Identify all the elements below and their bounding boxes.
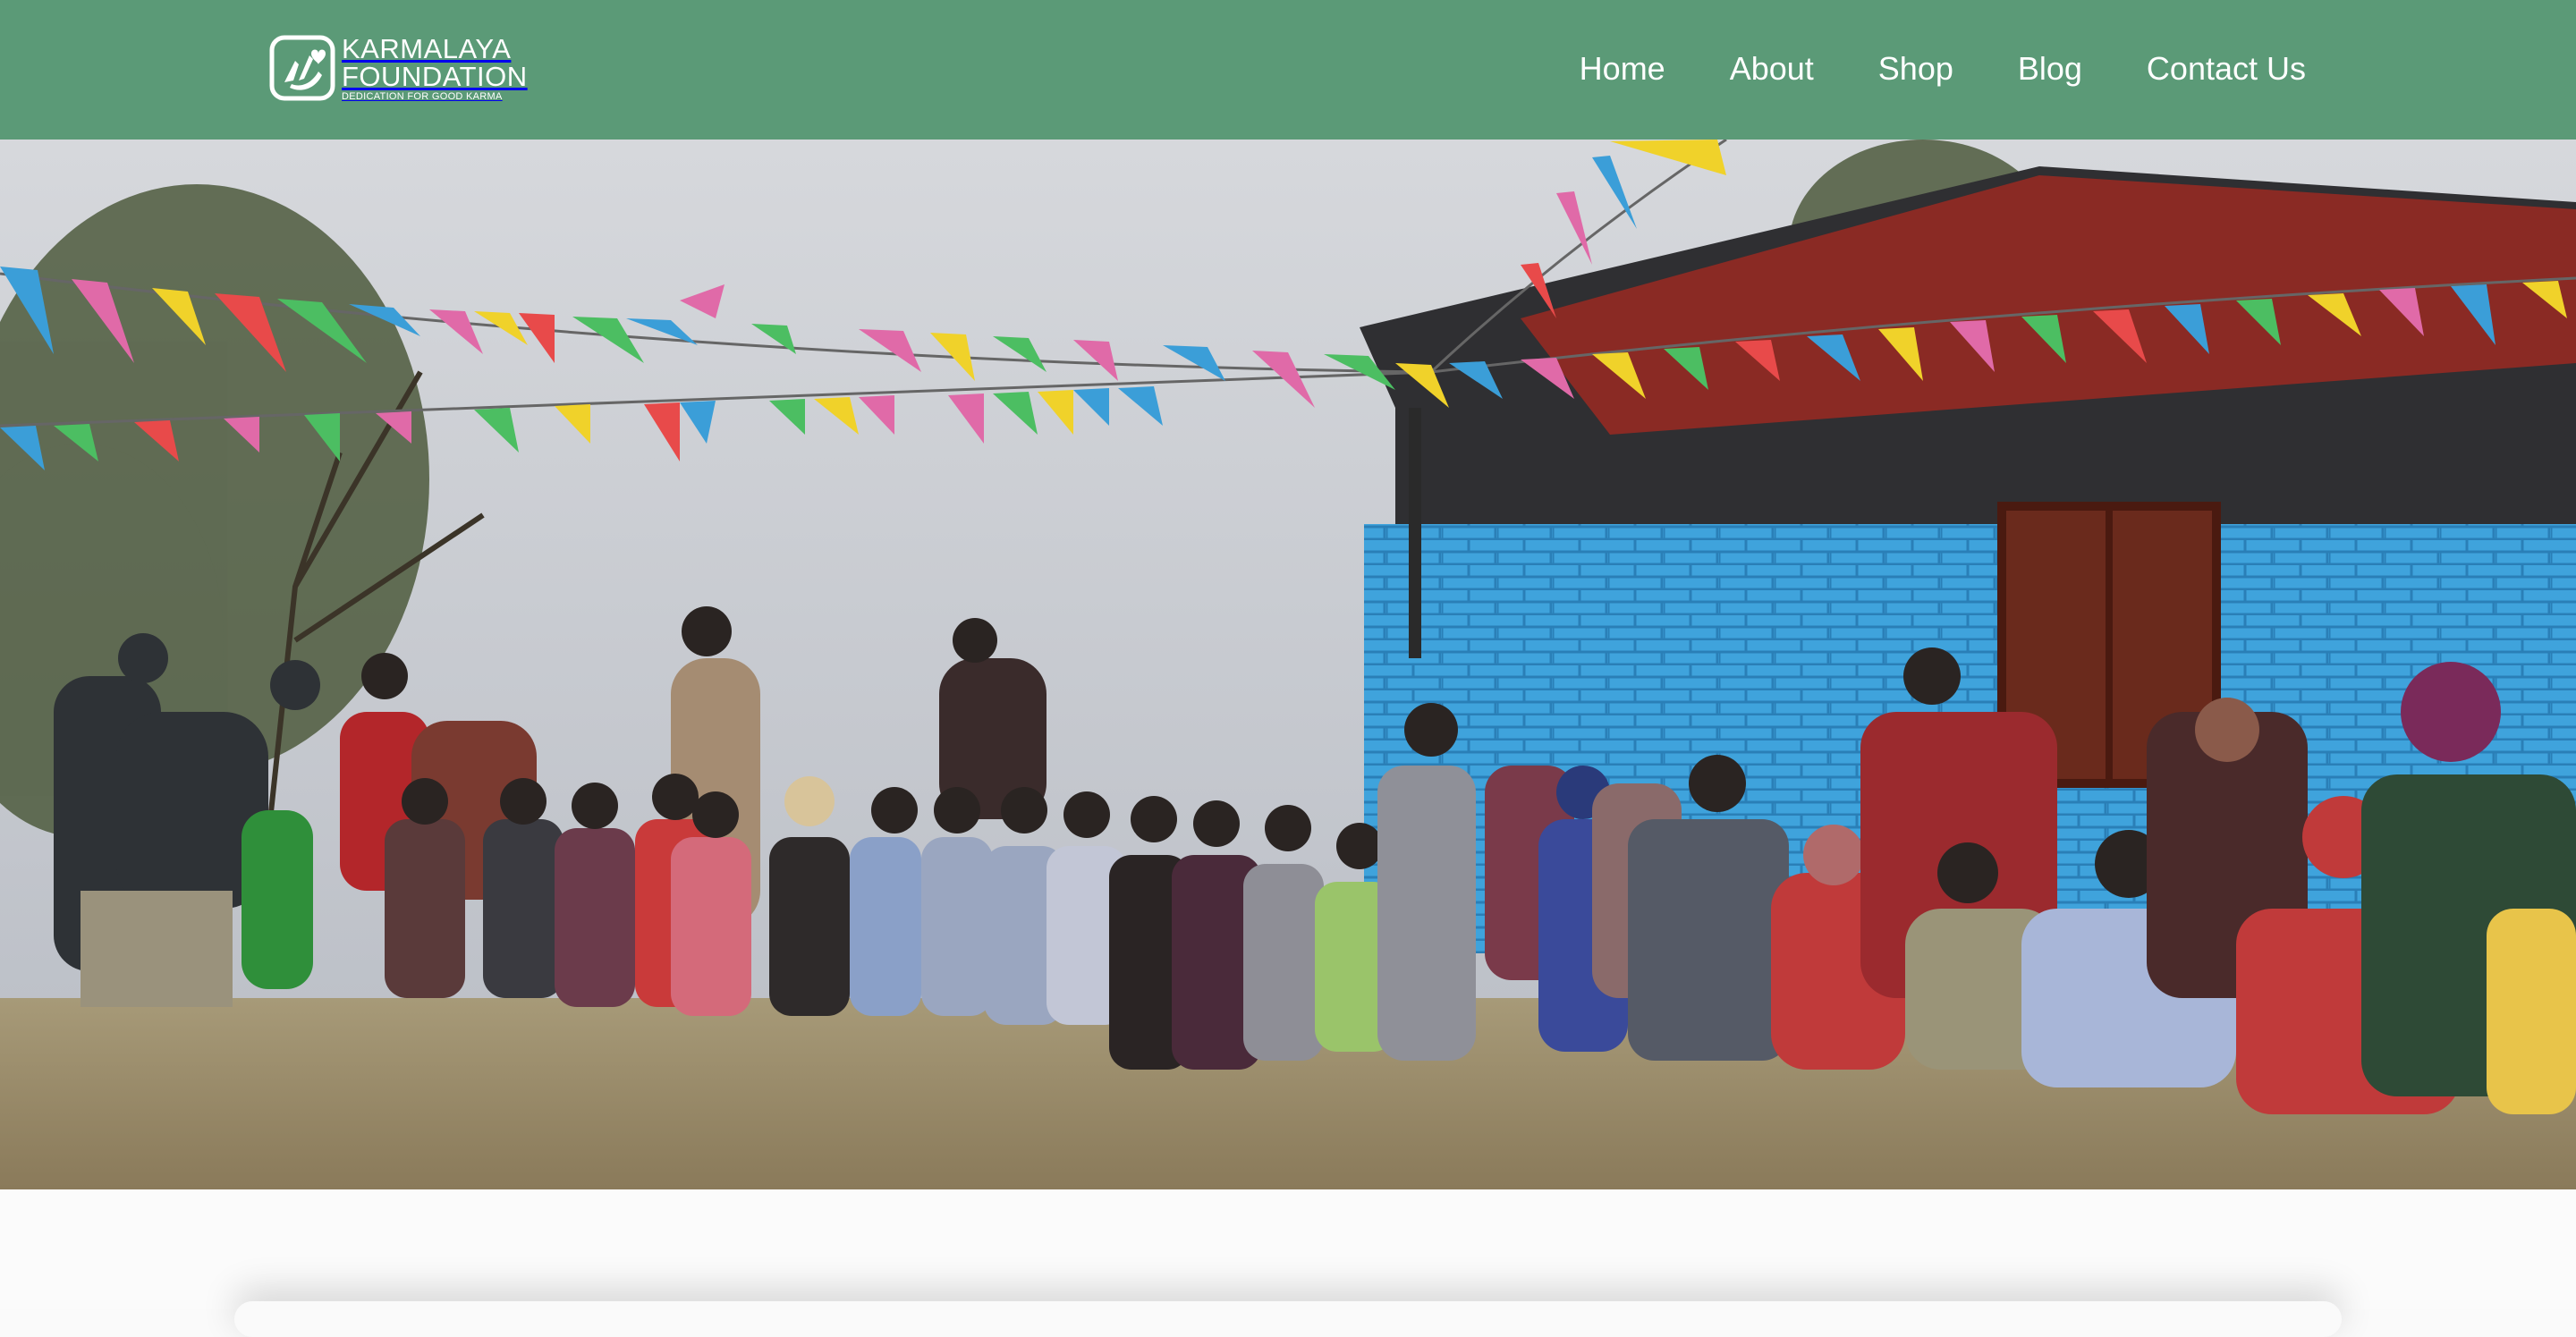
content-section (0, 1189, 2576, 1337)
site-logo[interactable]: KARMALAYA FOUNDATION DEDICATION FOR GOOD… (268, 34, 528, 102)
main-nav: Home About Shop Blog Contact Us (1580, 47, 2306, 91)
nav-shop-link[interactable]: Shop (1878, 47, 1953, 91)
nav-about-link[interactable]: About (1730, 47, 1814, 91)
logo-name-line2: FOUNDATION (342, 60, 528, 92)
nav-home-link[interactable]: Home (1580, 47, 1665, 91)
hands-heart-icon (269, 35, 335, 101)
site-header: KARMALAYA FOUNDATION DEDICATION FOR GOOD… (0, 0, 2576, 140)
nav-contact-link[interactable]: Contact Us (2147, 47, 2306, 91)
nav-blog-link[interactable]: Blog (2018, 47, 2082, 91)
logo-text: KARMALAYA FOUNDATION DEDICATION FOR GOOD… (342, 35, 528, 102)
logo-name-line1: KARMALAYA (342, 32, 512, 64)
content-card-top (234, 1301, 2342, 1337)
hero-photo (0, 140, 2576, 1189)
hero-image-children-gathering (0, 140, 2576, 1189)
logo-tagline: DEDICATION FOR GOOD KARMA (342, 90, 503, 102)
